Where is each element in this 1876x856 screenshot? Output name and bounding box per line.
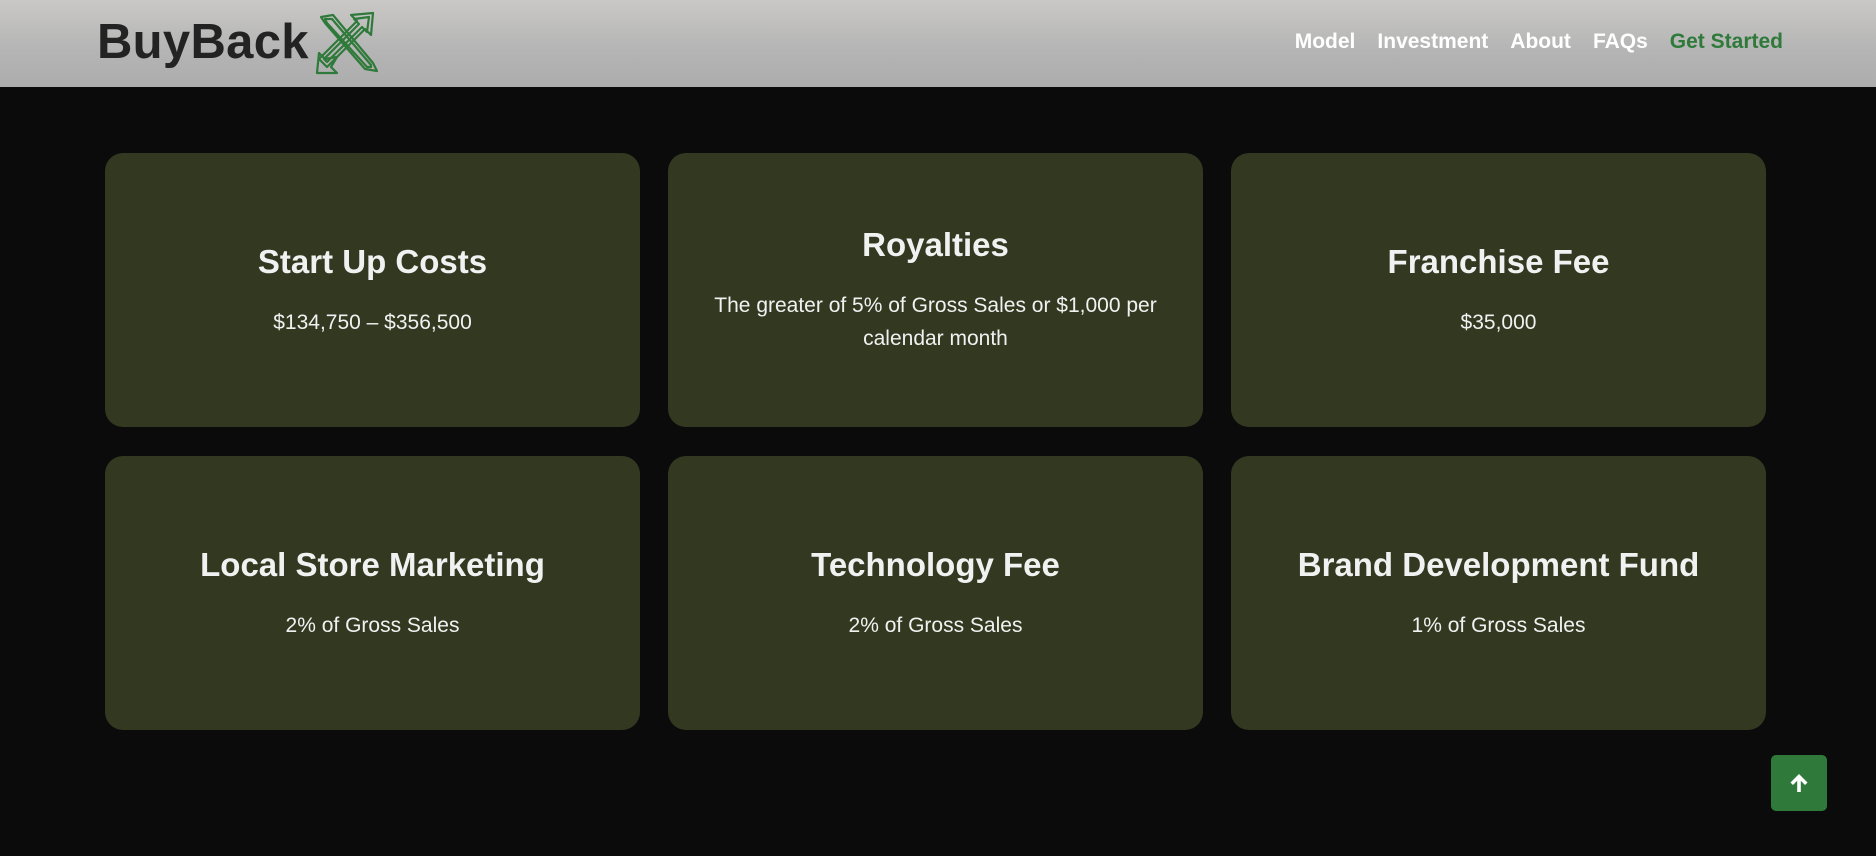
- nav-item-about[interactable]: About: [1510, 30, 1571, 54]
- arrow-up-icon: [1790, 774, 1808, 792]
- card-value: 2% of Gross Sales: [285, 613, 460, 637]
- card-brand-development-fund: Brand Development Fund 1% of Gross Sales: [1231, 456, 1766, 730]
- card-value: The greater of 5% of Gross Sales or $1,0…: [714, 294, 1157, 350]
- card-value: $134,750 – $356,500: [273, 310, 472, 334]
- investment-cards-grid: Start Up Costs $134,750 – $356,500 Royal…: [105, 153, 1766, 730]
- get-started-link[interactable]: Get Started: [1670, 30, 1783, 54]
- nav-item-faqs[interactable]: FAQs: [1593, 30, 1648, 54]
- card-title: Technology Fee: [811, 545, 1060, 583]
- card-local-store-marketing: Local Store Marketing 2% of Gross Sales: [105, 456, 640, 730]
- scroll-to-top-button[interactable]: [1771, 755, 1827, 811]
- nav-item-model[interactable]: Model: [1295, 30, 1356, 54]
- card-value: 2% of Gross Sales: [848, 613, 1023, 637]
- nav-item-investment[interactable]: Investment: [1377, 30, 1488, 54]
- card-title: Start Up Costs: [257, 242, 488, 280]
- card-technology-fee: Technology Fee 2% of Gross Sales: [668, 456, 1203, 730]
- card-royalties: Royalties The greater of 5% of Gross Sal…: [668, 153, 1203, 427]
- site-header: BuyBack Model Investment About FAQs Get …: [0, 0, 1876, 87]
- card-title: Franchise Fee: [1387, 242, 1610, 280]
- card-franchise-fee: Franchise Fee $35,000: [1231, 153, 1766, 427]
- main-nav: Model Investment About FAQs Get Started: [1295, 30, 1783, 54]
- brand-name: BuyBack: [97, 14, 309, 69]
- brand-logo[interactable]: BuyBack: [97, 9, 381, 75]
- card-title: Local Store Marketing: [200, 545, 545, 583]
- crossed-arrows-x-icon: [315, 11, 378, 75]
- card-start-up-costs: Start Up Costs $134,750 – $356,500: [105, 153, 640, 427]
- card-title: Royalties: [862, 226, 1009, 263]
- card-value: $35,000: [1460, 310, 1537, 334]
- card-value: 1% of Gross Sales: [1411, 613, 1586, 637]
- card-title: Brand Development Fund: [1297, 545, 1700, 583]
